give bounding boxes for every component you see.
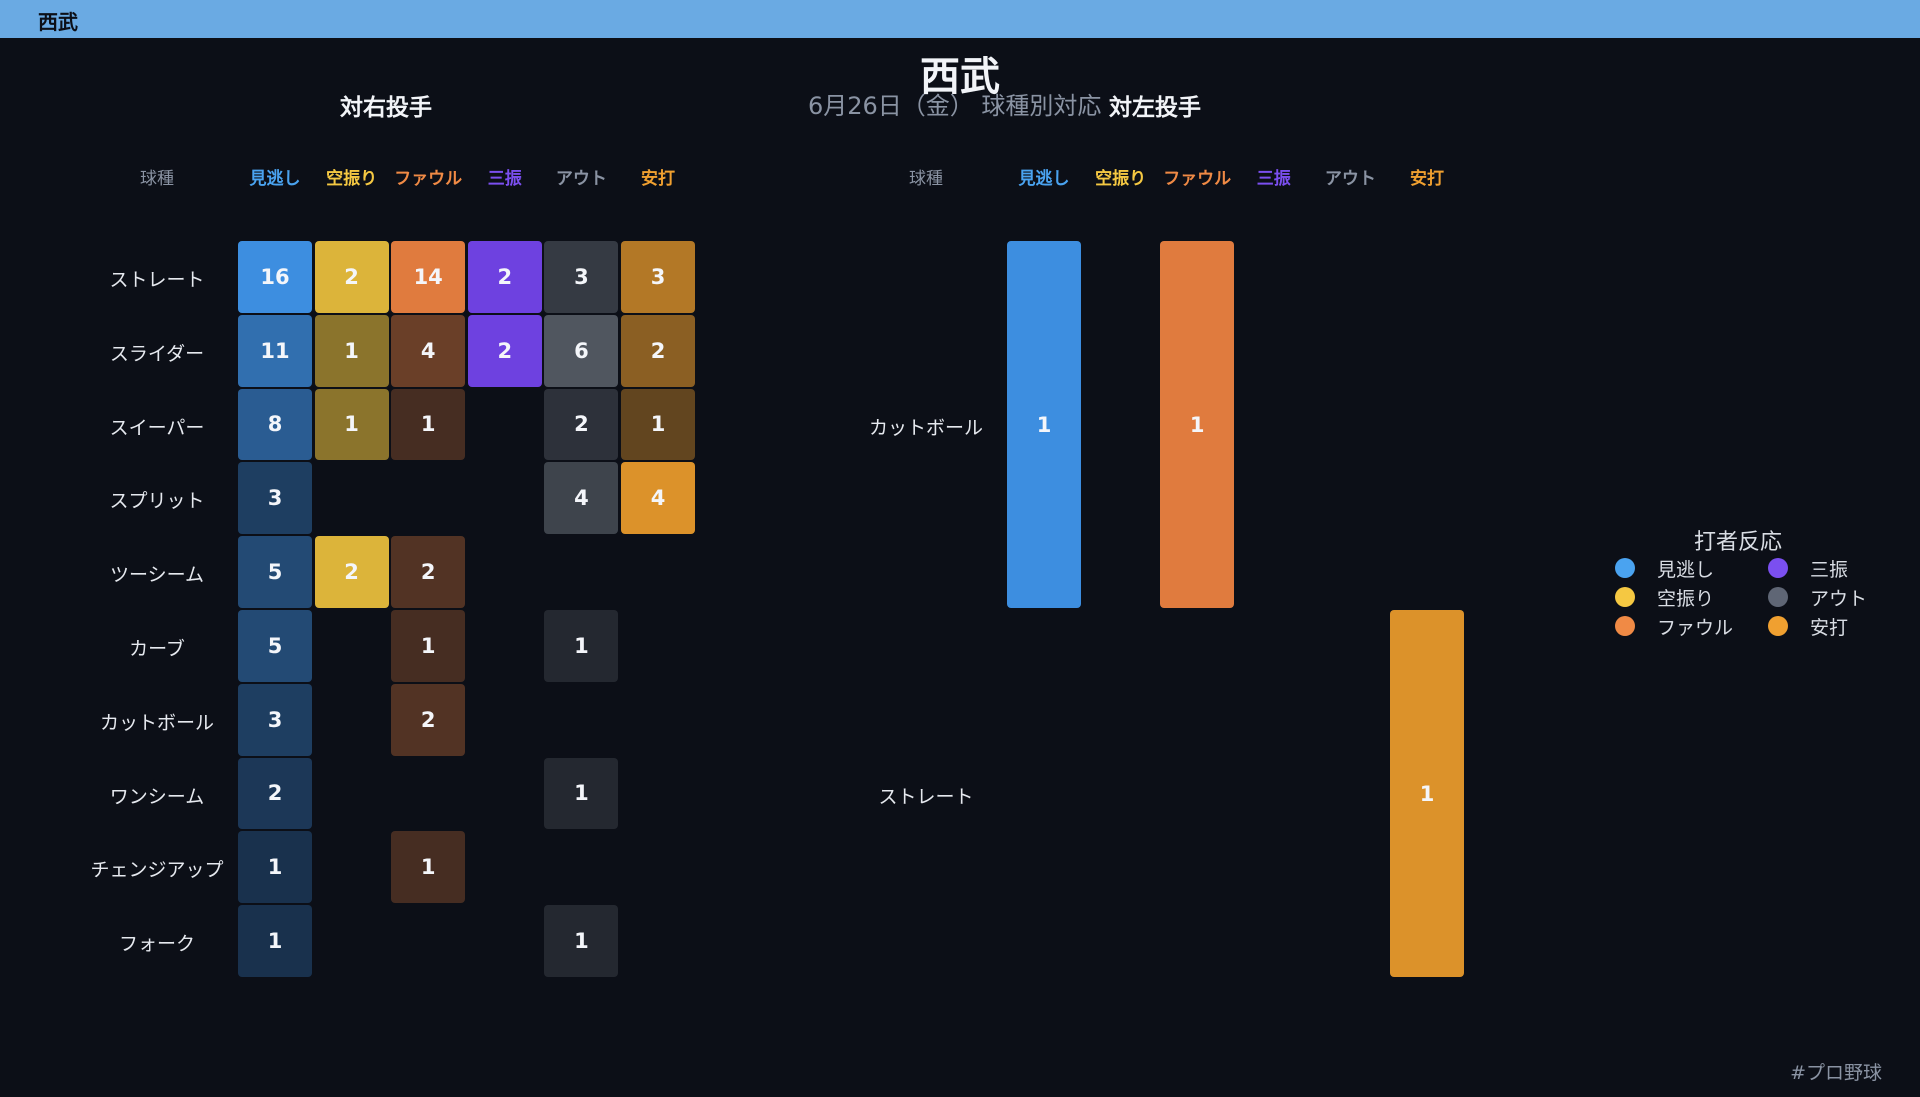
heatmap-cell: 3 (544, 241, 619, 313)
heatmap-cell: 1 (314, 388, 389, 461)
window-title: 西武 (38, 10, 78, 34)
heatmap-cell: 1 (391, 831, 466, 904)
hashtag: #プロ野球 (1790, 1062, 1882, 1084)
heatmap-cell: 1 (238, 905, 312, 977)
pitch-label: ストレート (109, 268, 205, 291)
pitch-label: チェンジアップ (90, 859, 224, 882)
heatmap-cell: 2 (467, 241, 542, 313)
pitch-label: カットボール (868, 416, 983, 439)
column-header: 安打 (641, 169, 675, 189)
heatmap-cell: 1 (544, 610, 619, 682)
heatmap-cell: 2 (391, 536, 466, 608)
pitch-label: ワンシーム (109, 785, 205, 808)
legend-dot-icon (1768, 616, 1788, 636)
heatmap-cell: 1 (314, 314, 389, 387)
heatmap-cell: 2 (314, 536, 389, 608)
pitch-label: ツーシーム (109, 564, 205, 587)
pitch-column-header: 球種 (140, 169, 174, 189)
heatmap-cell: 1 (238, 831, 312, 904)
heatmap-cell: 5 (238, 610, 312, 682)
legend-label: ファウル (1657, 616, 1734, 639)
pitch-label: ストレート (878, 785, 974, 808)
legend-dot-icon (1615, 587, 1635, 607)
legend-label: 三振 (1810, 558, 1849, 581)
heatmap-cell: 6 (544, 314, 619, 387)
legend-label: アウト (1810, 587, 1868, 610)
heatmap-cell: 1 (1160, 241, 1235, 608)
legend-label: 見逃し (1657, 558, 1715, 581)
heatmap-cell: 5 (238, 536, 312, 608)
pitch-column-header: 球種 (909, 169, 943, 189)
pitch-label: カットボール (99, 711, 214, 734)
legend-dot-icon (1768, 587, 1788, 607)
top-bar: 西武 (0, 0, 1920, 38)
pitch-label: カーブ (129, 637, 185, 660)
pitch-label: スイーパー (109, 416, 205, 439)
pitch-label: フォーク (118, 933, 195, 956)
legend-dot-icon (1768, 558, 1788, 578)
legend-label: 空振り (1657, 587, 1715, 610)
heatmap-cell: 3 (238, 462, 312, 535)
panel-title: 対右投手 (340, 95, 432, 121)
legend-item: 三振 (1768, 555, 1848, 581)
heatmap-cell: 3 (621, 241, 695, 313)
heatmap-cell: 2 (238, 757, 312, 830)
pitch-label: スプリット (109, 490, 205, 513)
heatmap-cell: 16 (238, 241, 312, 313)
legend-title: 打者反応 (1693, 530, 1782, 555)
heatmap-cell: 1 (544, 905, 619, 977)
heatmap-cell: 4 (621, 462, 695, 535)
heatmap-cell: 3 (238, 683, 312, 756)
legend-item: ファウル (1615, 613, 1733, 639)
heatmap-cell: 14 (391, 241, 466, 313)
heatmap-cell: 4 (391, 314, 466, 387)
pitch-label: スライダー (109, 342, 205, 365)
heatmap-cell: 2 (467, 314, 542, 387)
heatmap-cell: 1 (1390, 610, 1464, 977)
legend-dot-icon (1615, 558, 1635, 578)
legend-item: 見逃し (1615, 555, 1714, 581)
heatmap-cell: 4 (544, 462, 619, 535)
heatmap-cell: 2 (544, 388, 619, 461)
legend-label: 安打 (1810, 616, 1849, 639)
heatmap-cell: 2 (391, 683, 466, 756)
legend-item: 空振り (1615, 584, 1714, 610)
panel-title: 対左投手 (1109, 95, 1201, 121)
legend-item: アウト (1768, 584, 1867, 610)
heatmap-cell: 8 (238, 388, 312, 461)
heatmap-cell: 1 (544, 757, 619, 830)
heatmap-cell: 2 (621, 314, 695, 387)
legend-item: 安打 (1768, 613, 1848, 639)
heatmap-cell: 1 (621, 388, 695, 461)
heatmap-cell: 1 (1007, 241, 1081, 608)
legend-dot-icon (1615, 616, 1635, 636)
heatmap-cell: 1 (391, 388, 466, 461)
heatmap-cell: 11 (238, 314, 312, 387)
heatmap-cell: 2 (314, 241, 389, 313)
column-header: 安打 (1410, 169, 1444, 189)
heatmap-cell: 1 (391, 610, 466, 682)
